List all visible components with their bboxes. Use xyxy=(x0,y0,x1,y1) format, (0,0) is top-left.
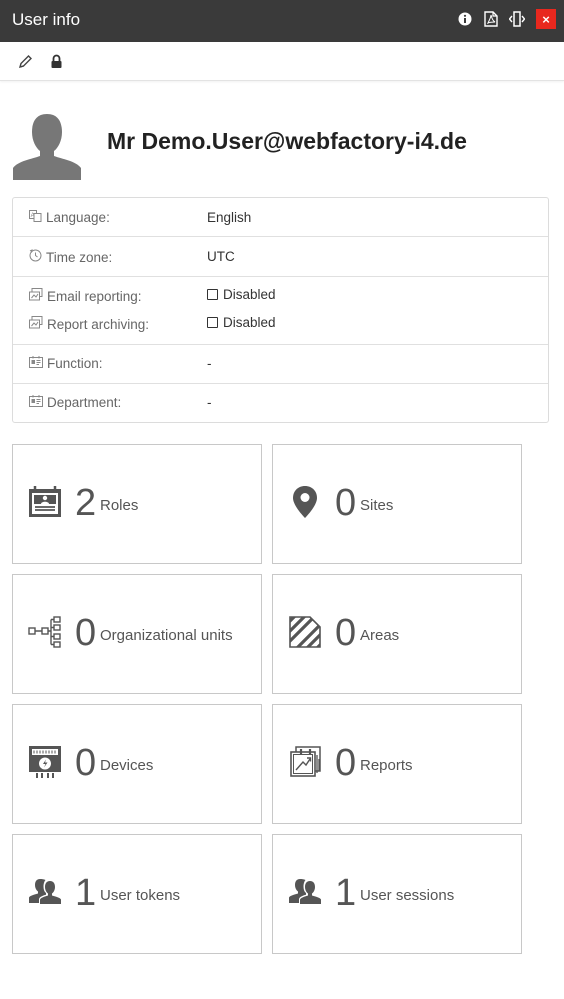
user-tokens-count: 1 xyxy=(75,872,97,914)
device-icon xyxy=(28,745,62,779)
user-sessions-label: User sessions xyxy=(360,887,455,904)
timezone-icon xyxy=(29,249,42,265)
user-info-panel: A Language: English Time zone: UTC Email… xyxy=(12,197,549,423)
roles-label: Roles xyxy=(100,497,139,514)
avatar xyxy=(12,110,82,180)
reports-icon xyxy=(288,745,322,779)
department-value: - xyxy=(207,395,212,410)
user-display-name: Mr Demo.User@webfactory-i4.de xyxy=(107,128,467,154)
tile-sites[interactable]: 0 Sites xyxy=(272,444,522,564)
email-reporting-value: Disabled xyxy=(223,287,276,302)
report-archiving-value: Disabled xyxy=(223,315,276,330)
sites-label: Sites xyxy=(360,497,394,514)
reports-label: Reports xyxy=(360,757,413,774)
roles-count: 2 xyxy=(75,482,97,524)
language-value: English xyxy=(207,210,252,225)
department-label: Department: xyxy=(47,395,122,410)
tile-roles[interactable]: 2 Roles xyxy=(12,444,262,564)
timezone-label: Time zone: xyxy=(46,249,113,265)
pdf-export-icon[interactable] xyxy=(482,10,500,28)
organizational-units-count: 0 xyxy=(75,612,97,654)
areas-label: Areas xyxy=(360,627,400,644)
function-value: - xyxy=(207,356,212,371)
report-archiving-label: Report archiving: xyxy=(47,316,150,332)
toolbar xyxy=(0,42,564,81)
devices-label: Devices xyxy=(100,757,154,774)
user-sessions-count: 1 xyxy=(335,872,357,914)
title-bar: User info × xyxy=(0,0,564,42)
report-archiving-checkbox[interactable] xyxy=(207,317,218,328)
language-icon: A xyxy=(29,210,42,225)
user-tokens-label: User tokens xyxy=(100,887,181,904)
function-label: Function: xyxy=(47,356,103,371)
close-button[interactable]: × xyxy=(536,9,556,29)
title-actions: × xyxy=(456,9,556,29)
users-icon xyxy=(288,875,322,909)
report-icon xyxy=(29,316,43,332)
email-reporting-checkbox[interactable] xyxy=(207,289,218,300)
email-reporting-label: Email reporting: xyxy=(47,288,142,304)
tile-areas[interactable]: 0 Areas xyxy=(272,574,522,694)
info-icon[interactable] xyxy=(456,10,474,28)
language-label: Language: xyxy=(46,210,110,225)
svg-text:A: A xyxy=(31,213,35,219)
edit-pencil-icon[interactable] xyxy=(16,52,34,70)
devices-count: 0 xyxy=(75,742,97,784)
areas-count: 0 xyxy=(335,612,357,654)
organizational-units-label: Organizational units xyxy=(100,627,233,644)
tile-reports[interactable]: 0 Reports xyxy=(272,704,522,824)
tile-user-sessions[interactable]: 1 User sessions xyxy=(272,834,522,954)
id-card-icon xyxy=(29,395,43,410)
tile-organizational-units[interactable]: 0 Organizational units xyxy=(12,574,262,694)
map-marker-icon xyxy=(288,485,322,519)
lock-icon[interactable] xyxy=(47,52,65,70)
resize-icon[interactable] xyxy=(508,10,526,28)
org-units-icon xyxy=(28,615,62,649)
window-title: User info xyxy=(12,10,81,29)
sites-count: 0 xyxy=(335,482,357,524)
divider xyxy=(13,276,548,277)
areas-icon xyxy=(288,615,322,649)
report-icon xyxy=(29,288,43,304)
divider xyxy=(13,344,548,345)
reports-count: 0 xyxy=(335,742,357,784)
divider xyxy=(13,383,548,384)
users-icon xyxy=(28,875,62,909)
divider xyxy=(13,236,548,237)
timezone-value: UTC xyxy=(207,249,235,264)
tile-user-tokens[interactable]: 1 User tokens xyxy=(12,834,262,954)
tile-devices[interactable]: 0 Devices xyxy=(12,704,262,824)
roles-icon xyxy=(28,485,62,519)
id-card-icon xyxy=(29,356,43,371)
